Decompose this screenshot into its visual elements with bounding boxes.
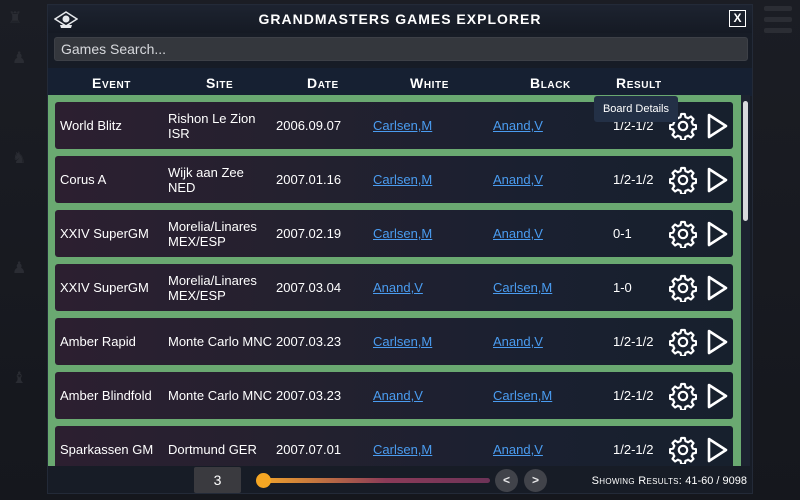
background-piece-icon: ♟ <box>12 48 27 67</box>
game-site-line2: ISR <box>168 126 190 141</box>
game-row[interactable]: XXIV SuperGM Morelia/Linares MEX/ESP 2007… <box>55 264 733 311</box>
play-icon[interactable] <box>705 221 729 247</box>
game-date: 2007.02.19 <box>276 226 342 241</box>
game-site: Rishon Le Zion ISR <box>168 111 255 141</box>
gear-icon[interactable] <box>669 436 697 464</box>
game-site-line1: Wijk aan Zee <box>168 165 244 180</box>
game-row[interactable]: Amber Blindfold Monte Carlo MNC 2007.03.… <box>55 372 733 419</box>
gear-icon[interactable] <box>669 274 697 302</box>
game-black-player-link[interactable]: Carlsen,M <box>493 280 552 295</box>
background-piece-icon: ♜ <box>8 8 23 27</box>
column-header-site[interactable]: Site <box>206 75 233 91</box>
results-label: Showing Results: <box>591 475 683 487</box>
column-header-row: Event Site Date White Black Result <box>48 68 752 96</box>
game-result: 0-1 <box>613 226 632 241</box>
page-slider-knob[interactable] <box>255 473 271 488</box>
gear-icon[interactable] <box>669 382 697 410</box>
game-event: Corus A <box>60 172 107 187</box>
column-header-date[interactable]: Date <box>307 75 339 91</box>
background-piece-icon: ♞ <box>12 148 27 167</box>
play-icon[interactable] <box>705 113 729 139</box>
play-icon[interactable] <box>705 329 729 355</box>
column-header-white[interactable]: White <box>410 75 449 91</box>
game-event: Amber Blindfold <box>60 388 152 403</box>
game-white-player-link[interactable]: Anand,V <box>373 388 423 403</box>
results-range: 41-60 / 9098 <box>685 475 747 487</box>
game-white-player-link[interactable]: Anand,V <box>373 280 423 295</box>
play-icon[interactable] <box>705 167 729 193</box>
page-slider-track[interactable] <box>258 478 490 483</box>
column-header-event[interactable]: Event <box>92 75 131 91</box>
game-site: Monte Carlo MNC <box>168 334 273 349</box>
game-date: 2007.03.23 <box>276 388 342 403</box>
game-row[interactable]: XXIV SuperGM Morelia/Linares MEX/ESP 2007… <box>55 210 733 257</box>
game-date: 2007.01.16 <box>276 172 342 187</box>
game-site: Dortmund GER <box>168 442 257 457</box>
game-result: 1/2-1/2 <box>613 172 654 187</box>
game-result: 1/2-1/2 <box>613 442 654 457</box>
game-result: 1-0 <box>613 280 632 295</box>
game-site-line2: MEX/ESP <box>168 234 226 249</box>
game-site-line1: Rishon Le Zion <box>168 111 256 126</box>
results-summary: Showing Results: 41-60 / 9098 <box>592 475 747 487</box>
game-date: 2006.09.07 <box>276 118 342 133</box>
game-site: Monte Carlo MNC <box>168 388 273 403</box>
game-date: 2007.03.23 <box>276 334 342 349</box>
column-header-black[interactable]: Black <box>530 75 571 91</box>
game-site: Morelia/Linares MEX/ESP <box>168 219 257 249</box>
close-button[interactable]: X <box>729 10 746 27</box>
previous-page-button[interactable]: < <box>495 469 518 492</box>
game-black-player-link[interactable]: Anand,V <box>493 334 543 349</box>
game-site-line1: Morelia/Linares <box>168 219 257 234</box>
game-black-player-link[interactable]: Anand,V <box>493 118 543 133</box>
game-row[interactable]: Corus A Wijk aan Zee NED 2007.01.16 Carls… <box>55 156 733 203</box>
board-details-tooltip: Board Details <box>594 96 678 122</box>
gear-icon[interactable] <box>669 166 697 194</box>
games-explorer-dialog: Grandmasters Games Explorer X Event Site… <box>47 4 753 494</box>
background-piece-icon: ♝ <box>12 368 27 387</box>
game-site-line2: NED <box>168 180 196 195</box>
game-event: XXIV SuperGM <box>60 280 149 295</box>
game-white-player-link[interactable]: Carlsen,M <box>373 442 432 457</box>
game-result: 1/2-1/2 <box>613 388 654 403</box>
game-date: 2007.07.01 <box>276 442 342 457</box>
game-white-player-link[interactable]: Carlsen,M <box>373 334 432 349</box>
game-black-player-link[interactable]: Anand,V <box>493 442 543 457</box>
game-black-player-link[interactable]: Anand,V <box>493 172 543 187</box>
game-black-player-link[interactable]: Anand,V <box>493 226 543 241</box>
next-page-button[interactable]: > <box>524 469 547 492</box>
game-white-player-link[interactable]: Carlsen,M <box>373 118 432 133</box>
game-site-line2: MEX/ESP <box>168 288 226 303</box>
game-white-player-link[interactable]: Carlsen,M <box>373 226 432 241</box>
scrollbar-thumb[interactable] <box>743 101 748 221</box>
play-icon[interactable] <box>705 275 729 301</box>
gear-icon[interactable] <box>669 328 697 356</box>
game-event: World Blitz <box>60 118 122 133</box>
game-row[interactable]: Sparkassen GM Dortmund GER 2007.07.01 Ca… <box>55 426 733 466</box>
game-result: 1/2-1/2 <box>613 334 654 349</box>
column-header-result[interactable]: Result <box>616 75 662 91</box>
game-date: 2007.03.04 <box>276 280 342 295</box>
game-site-line1: Morelia/Linares <box>168 273 257 288</box>
gear-icon[interactable] <box>669 220 697 248</box>
title-bar: Grandmasters Games Explorer X <box>48 5 752 33</box>
game-black-player-link[interactable]: Carlsen,M <box>493 388 552 403</box>
game-site: Wijk aan Zee NED <box>168 165 244 195</box>
page-number-input[interactable]: 3 <box>194 467 241 493</box>
game-white-player-link[interactable]: Carlsen,M <box>373 172 432 187</box>
game-event: XXIV SuperGM <box>60 226 149 241</box>
background-piece-icon: ♟ <box>12 258 27 277</box>
background-menu-icon <box>764 6 792 39</box>
games-search-input[interactable] <box>54 37 748 61</box>
play-icon[interactable] <box>705 437 729 463</box>
game-event: Amber Rapid <box>60 334 136 349</box>
play-icon[interactable] <box>705 383 729 409</box>
game-row[interactable]: Amber Rapid Monte Carlo MNC 2007.03.23 C… <box>55 318 733 365</box>
list-scrollbar[interactable] <box>741 95 750 466</box>
game-site: Morelia/Linares MEX/ESP <box>168 273 257 303</box>
dialog-title: Grandmasters Games Explorer <box>258 11 542 27</box>
games-list: World Blitz Rishon Le Zion ISR 2006.09.07… <box>48 95 741 466</box>
game-event: Sparkassen GM <box>60 442 154 457</box>
pagination-bar: 3 < > Showing Results: 41-60 / 9098 <box>48 466 752 495</box>
